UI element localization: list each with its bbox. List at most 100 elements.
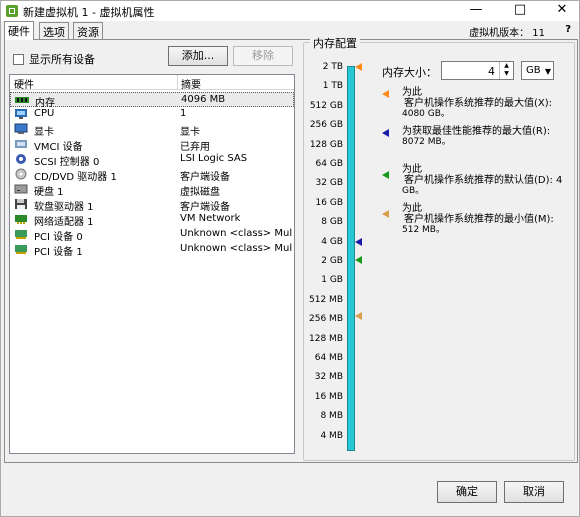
cpu-icon (15, 109, 27, 119)
memory-size-stepper[interactable]: 4 ▲ ▼ (441, 61, 514, 80)
legend-line: 8072 MB。 (402, 137, 451, 147)
show-all-devices-checkbox[interactable] (13, 53, 24, 65)
memory-scale-label: 16 GB (315, 197, 343, 208)
hardware-name: SCSI 控制器 0 (34, 157, 100, 168)
memory-scale-label: 128 GB (309, 139, 343, 150)
best-performance-marker (355, 238, 362, 246)
hardware-name: CPU (34, 108, 55, 119)
hardware-name: VMCI 设备 (34, 142, 83, 153)
table-row[interactable]: 内存 4096 MB (10, 92, 294, 109)
scsi-controller-icon (16, 154, 26, 164)
memory-config-title: 内存配置 (310, 35, 360, 51)
hardware-summary: Unknown <class> Mult... (180, 228, 292, 239)
memory-scale-label: 512 MB (309, 294, 343, 305)
hardware-list[interactable]: 硬件 摘要 内存 4096 MB CPU 1 显卡 显卡 VMCI 设备 已弃用… (9, 74, 295, 454)
legend-line: 客户机操作系统推荐的默认值(D): 4 (404, 175, 563, 186)
hardware-summary: LSI Logic SAS (180, 153, 248, 164)
memory-scale-label: 8 GB (321, 217, 343, 228)
legend-line: 客户机操作系统推荐的最大值(X): (404, 98, 553, 109)
cd-dvd-icon (15, 168, 27, 180)
ok-button[interactable]: 确定 (437, 481, 497, 503)
vm-version-label: 虚拟机版本： 11 (469, 28, 545, 39)
table-row[interactable]: 显卡 显卡 (10, 122, 294, 138)
tab-hardware[interactable]: 硬件 (4, 21, 34, 40)
legend-line: 客户机操作系统推荐的最小值(M): (404, 214, 554, 225)
table-row[interactable]: VMCI 设备 已弃用 (10, 137, 294, 153)
help-icon[interactable]: ? (565, 24, 571, 35)
remove-button[interactable]: 移除 (233, 46, 293, 66)
hardware-name: PCI 设备 0 (34, 232, 83, 243)
hardware-name: 显卡 (34, 127, 54, 138)
memory-unit-value: GB (526, 65, 541, 76)
tan-marker-icon (382, 210, 389, 218)
hardware-summary: 已弃用 (180, 142, 210, 153)
table-row[interactable]: CD/DVD 驱动器 1 客户端设备 (10, 167, 294, 183)
floppy-icon (15, 199, 27, 209)
title-bar: 新建虚拟机 1 - 虚拟机属性 — □ ✕ (1, 1, 579, 21)
window-title: 新建虚拟机 1 - 虚拟机属性 (23, 6, 155, 19)
hardware-summary: 1 (180, 108, 187, 119)
hardware-name: CD/DVD 驱动器 1 (34, 172, 117, 183)
legend-line: 为获取最佳性能推荐的最大值(R): (402, 126, 551, 137)
memory-size-value: 4 (488, 65, 495, 78)
vmci-icon (15, 140, 27, 148)
column-header-hardware[interactable]: 硬件 (14, 76, 34, 91)
tab-options[interactable]: 选项 (39, 22, 69, 39)
legend-line: 512 MB。 (402, 225, 445, 235)
legend-line: GB。 (402, 186, 425, 196)
memory-scale-label: 64 MB (314, 353, 343, 363)
minimize-button[interactable]: — (461, 1, 491, 21)
hardware-summary: 客户端设备 (180, 202, 230, 213)
memory-slider-track[interactable] (347, 66, 355, 451)
hardware-summary: 4096 MB (181, 94, 226, 105)
hardware-summary: 虚拟磁盘 (180, 187, 220, 198)
memory-scale-label: 1 GB (321, 275, 343, 286)
show-all-devices-label: 显示所有设备 (29, 53, 95, 66)
hardware-tab-panel: 显示所有设备 添加... 移除 硬件 摘要 内存 4096 MB CPU 1 显… (4, 35, 578, 463)
close-button[interactable]: ✕ (547, 1, 577, 21)
table-row[interactable]: 软盘驱动器 1 客户端设备 (10, 197, 294, 213)
hardware-name: PCI 设备 1 (34, 247, 83, 258)
stepper-arrows-icon[interactable]: ▲ ▼ (499, 62, 513, 79)
memory-size-label: 内存大小： (382, 66, 437, 79)
hardware-summary: 显卡 (180, 127, 200, 138)
add-button[interactable]: 添加... (168, 46, 228, 66)
legend-line: 4080 GB。 (402, 109, 450, 119)
table-row[interactable]: 硬盘 1 虚拟磁盘 (10, 182, 294, 198)
table-row[interactable]: CPU 1 (10, 107, 294, 122)
chevron-down-icon: ▼ (544, 67, 551, 76)
memory-scale-label: 8 MB (320, 411, 343, 422)
green-marker-icon (382, 171, 389, 179)
video-card-icon (14, 123, 28, 134)
tab-resources[interactable]: 资源 (73, 22, 103, 39)
memory-scale-label: 128 MB (309, 333, 343, 344)
show-all-devices-checkbox-row[interactable]: 显示所有设备 (13, 51, 95, 67)
maximize-button[interactable]: □ (505, 1, 535, 21)
memory-scale-label: 256 MB (309, 314, 343, 325)
hardware-name: 硬盘 1 (34, 187, 64, 198)
memory-scale-label: 512 GB (309, 100, 343, 111)
hardware-name: 软盘驱动器 1 (34, 202, 94, 213)
memory-scale-label: 256 GB (309, 120, 343, 131)
legend-line: 为此 (402, 87, 422, 98)
table-row[interactable]: SCSI 控制器 0 LSI Logic SAS (10, 152, 294, 168)
blue-marker-icon (382, 129, 389, 137)
memory-scale-label: 32 GB (315, 178, 343, 189)
memory-icon (15, 97, 29, 103)
pci-icon (15, 230, 27, 239)
tab-bar: 硬件 选项 资源 虚拟机版本： 11 ? (1, 21, 579, 40)
memory-scale-label: 4 GB (321, 236, 343, 247)
hardware-name: 网络适配器 1 (34, 217, 94, 228)
column-header-summary[interactable]: 摘要 (181, 76, 201, 91)
hard-disk-icon (14, 184, 28, 194)
memory-scale-label: 64 GB (315, 159, 343, 169)
cancel-button[interactable]: 取消 (504, 481, 564, 503)
hardware-list-header: 硬件 摘要 (10, 75, 294, 91)
min-recommended-marker (355, 312, 362, 320)
table-row[interactable]: PCI 设备 0 Unknown <class> Mult... (10, 227, 294, 243)
memory-scale-label: 1 TB (322, 81, 343, 92)
column-separator[interactable] (177, 75, 178, 90)
table-row[interactable]: PCI 设备 1 Unknown <class> Mult... (10, 242, 294, 258)
table-row[interactable]: 网络适配器 1 VM Network (10, 212, 294, 228)
memory-unit-select[interactable]: GB ▼ (521, 61, 554, 80)
